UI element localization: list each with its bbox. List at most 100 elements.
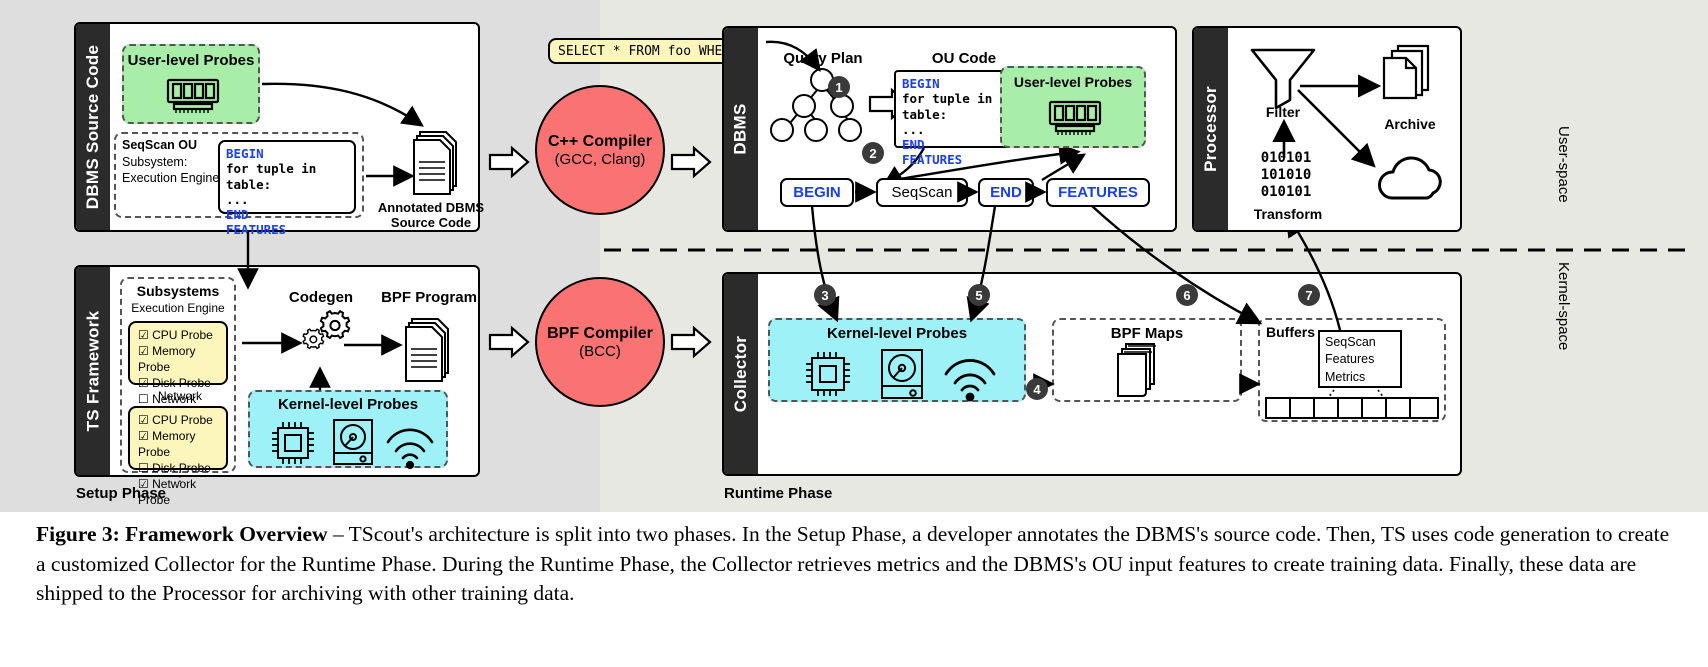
step-marker-5: 5 <box>968 284 990 306</box>
ou-name-label: SeqScan OU <box>122 138 198 152</box>
pipeline-seqscan-label: SeqScan <box>891 184 953 201</box>
pipeline-begin-box[interactable]: BEGIN <box>780 178 854 207</box>
ou-code-line-4: FEATURES <box>226 222 287 238</box>
subsystem-group-2-name: Network <box>157 389 202 403</box>
buffer-item: Metrics <box>1325 369 1366 384</box>
bpf-maps-box: BPF Maps <box>1052 318 1242 402</box>
probe-checkbox-checked[interactable]: ☑ <box>138 328 149 342</box>
runtime-ou-code-line-1: for tuple in table: <box>902 91 993 122</box>
annotated-source-label-1: Annotated DBMS <box>377 200 485 215</box>
runtime-ou-code-line-3: END <box>902 137 925 152</box>
cloud-icon <box>1378 156 1442 200</box>
probe-row[interactable]: ☑ CPU Probe <box>138 328 218 344</box>
probe-checkbox-checked[interactable]: ☑ <box>138 344 149 358</box>
figure-caption: Figure 3: Framework Overview – TScout's … <box>36 520 1676 609</box>
pipeline-begin-label: BEGIN <box>793 184 841 201</box>
gears-icon <box>302 309 351 350</box>
collector-kernel-probes-box: Kernel-level Probes <box>768 318 1026 402</box>
processor-panel: Processor Filter 010101 101010 010101 Tr… <box>1192 26 1462 232</box>
ou-code-title: OU Code <box>931 50 997 67</box>
document-stack-icon <box>1117 343 1156 397</box>
ou-code-line-3: END <box>226 207 249 222</box>
collector-panel: Collector Kernel-level Probes BPF Maps B… <box>722 272 1462 476</box>
buffers-title: Buffers <box>1266 324 1316 340</box>
collector-rail: Collector <box>724 274 758 474</box>
subsystem-group-1-probes: ☑ CPU Probe ☑ Memory Probe ☑ Disk Probe … <box>128 321 228 422</box>
codegen-label: Codegen <box>288 289 354 306</box>
memory-chip-icon <box>166 78 220 113</box>
user-space-label: User-space <box>1555 126 1572 203</box>
buffer-item: SeqScan <box>1325 335 1376 349</box>
cpu-chip-icon <box>806 352 850 396</box>
probe-row[interactable]: ☑ Memory Probe <box>138 344 218 376</box>
cpp-compiler-name: C++ Compiler <box>547 132 653 150</box>
probe-checkbox-checked[interactable]: ☑ <box>138 413 149 427</box>
runtime-ou-code-line-4: FEATURES <box>902 152 963 168</box>
cpp-compiler-detail: (GCC, Clang) <box>554 150 646 168</box>
probe-label: Disk Probe <box>152 375 211 390</box>
probe-label: CPU Probe <box>152 413 213 427</box>
hard-disk-icon <box>333 419 373 465</box>
kernel-space-label: Kernel-space <box>1555 262 1572 351</box>
kernel-probe-icons <box>272 419 434 470</box>
probe-label: CPU Probe <box>152 328 213 342</box>
bpf-compiler-detail: (BCC) <box>579 342 621 360</box>
binary-line: 101010 <box>1260 167 1312 184</box>
subsystem-group-1-name: Execution Engine <box>131 301 225 315</box>
pipeline-seqscan-box[interactable]: SeqScan <box>876 178 968 207</box>
processor-rail: Processor <box>1194 28 1228 230</box>
seqscan-ou-box: SeqScan OU Subsystem: Execution Engine B… <box>114 132 364 237</box>
transform-label: Transform <box>1253 206 1323 222</box>
probe-row[interactable]: ☑ CPU Probe <box>138 413 218 429</box>
setup-kernel-level-probes-box: Kernel-level Probes <box>248 390 448 470</box>
pipeline-end-box[interactable]: END <box>978 178 1034 207</box>
runtime-ou-code-line-2: ... <box>902 121 925 137</box>
pipeline-features-label: FEATURES <box>1058 184 1138 201</box>
probe-checkbox-checked[interactable]: ☑ <box>138 376 149 390</box>
step-marker-1: 1 <box>828 76 850 98</box>
buffer-record-box: SeqScan Features Metrics <box>1318 330 1402 388</box>
binary-line: 010101 <box>1260 150 1312 166</box>
dbms-runtime-rail-label: DBMS <box>731 103 751 155</box>
collector-probe-icons <box>806 349 996 402</box>
bpf-compiler-circle: BPF Compiler (BCC) <box>535 277 665 407</box>
setup-user-level-probes-box: User-level Probes <box>122 44 260 124</box>
buffer-item: Features <box>1325 352 1375 367</box>
pipeline-features-box[interactable]: FEATURES <box>1046 178 1150 207</box>
step-marker-7: 7 <box>1298 284 1320 306</box>
probe-row[interactable]: ☑ Memory Probe <box>138 429 218 461</box>
collector-rail-label: Collector <box>731 335 751 413</box>
ts-framework-panel: TS Framework Subsystems Execution Engine… <box>74 265 480 507</box>
cpp-compiler-circle: C++ Compiler (GCC, Clang) <box>535 85 665 215</box>
step-marker-4: 4 <box>1026 378 1048 400</box>
ts-framework-rail: TS Framework <box>76 267 110 475</box>
dbms-source-code-panel: DBMS Source Code User-level Probes SeqSc… <box>74 22 484 237</box>
setup-user-level-probes-title: User-level Probes <box>127 52 255 69</box>
probe-checkbox-checked[interactable]: ☑ <box>138 429 149 443</box>
memory-chip-icon <box>1048 100 1102 135</box>
step-marker-2: 2 <box>862 142 884 164</box>
dbms-runtime-panel: DBMS Query Plan OU Code BEGIN for tuple … <box>722 26 1177 232</box>
ou-code-line-2: ... <box>226 191 249 207</box>
step-marker-3: 3 <box>814 284 836 306</box>
block-arrow-icon <box>670 145 712 179</box>
collector-kernel-probes-title: Kernel-level Probes <box>826 325 968 342</box>
subsystem-group-2-probes: ☑ CPU Probe ☑ Memory Probe ☐ Disk Probe … <box>128 406 228 507</box>
processor-rail-label: Processor <box>1201 86 1221 172</box>
runtime-ou-code-line-0: BEGIN <box>902 76 940 91</box>
funnel-filter-icon <box>1250 48 1316 110</box>
runtime-user-level-probes-title: User-level Probes <box>1013 74 1133 90</box>
setup-kernel-level-probes-title: Kernel-level Probes <box>277 396 419 413</box>
filter-label: Filter <box>1265 104 1301 120</box>
subsystems-ellipsis: ⋮ <box>173 469 187 484</box>
bpf-maps-title: BPF Maps <box>1110 325 1184 342</box>
binary-line: 010101 <box>1260 184 1312 201</box>
subsystems-title: Subsystems <box>136 283 220 299</box>
ou-code-line-1: for tuple in table: <box>226 161 317 192</box>
bpf-program-label: BPF Program <box>381 289 477 306</box>
setup-phase-label: Setup Phase <box>76 485 167 502</box>
ou-subsystem-label: Subsystem: <box>122 155 188 169</box>
archive-label: Archive <box>1384 116 1436 132</box>
ts-framework-rail-label: TS Framework <box>83 310 102 432</box>
block-arrow-icon <box>670 325 712 359</box>
